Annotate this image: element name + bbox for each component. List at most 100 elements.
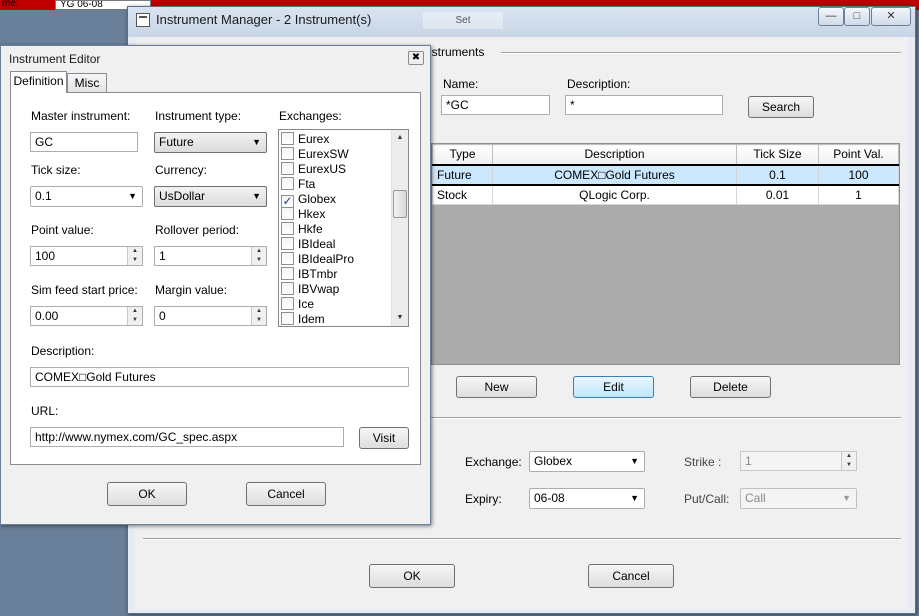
column-header-description[interactable]: Description <box>492 144 737 165</box>
sim-price-value: 0.00 <box>35 309 59 323</box>
new-button[interactable]: New <box>456 376 537 398</box>
column-header-point-val[interactable]: Point Val. <box>818 144 899 165</box>
minimize-button[interactable]: — <box>818 7 844 26</box>
margin-spinner[interactable]: 0 ▲ ▼ <box>154 306 267 326</box>
checkbox-icon[interactable] <box>281 147 294 160</box>
background-tab: Set <box>423 12 503 29</box>
table-row[interactable]: Future COMEX□Gold Futures 0.1 100 <box>432 163 899 186</box>
checkbox-icon[interactable] <box>281 297 294 310</box>
exchange-item[interactable]: IBTmbr <box>281 267 337 282</box>
exchange-item-label: Idem <box>298 312 325 326</box>
close-icon[interactable]: ✖ <box>408 51 424 65</box>
checkbox-icon[interactable] <box>281 237 294 250</box>
exchanges-listbox[interactable]: Eurex EurexSW EurexUS Fta ✓ Globex Hkex Hkfe IBI… <box>278 129 409 327</box>
strike-value: 1 <box>745 454 752 468</box>
exchange-item-label: Globex <box>298 192 337 206</box>
margin-label: Margin value: <box>155 283 228 297</box>
tick-size-select[interactable]: 0.1 ▼ <box>30 186 143 207</box>
exchange-item[interactable]: Ice <box>281 297 314 312</box>
expiry-select-value: 06-08 <box>534 491 565 505</box>
currency-select[interactable]: UsDollar ▼ <box>154 186 267 207</box>
exchange-item[interactable]: IBVwap <box>281 282 339 297</box>
checkbox-icon[interactable] <box>281 312 294 325</box>
rollover-spinner[interactable]: 1 ▲ ▼ <box>154 246 267 266</box>
maximize-button[interactable]: □ <box>844 7 870 26</box>
scroll-up-icon[interactable]: ▲ <box>392 130 408 146</box>
description-search-input[interactable] <box>565 95 723 115</box>
exchange-item[interactable]: Hkfe <box>281 222 323 237</box>
checkbox-icon[interactable] <box>281 132 294 145</box>
checkbox-icon[interactable] <box>281 177 294 190</box>
point-updown[interactable]: ▲ ▼ <box>127 247 142 265</box>
close-button[interactable]: ✕ <box>871 7 911 26</box>
exchange-item[interactable]: IBIdealPro <box>281 252 354 267</box>
exchange-item-label: IBTmbr <box>298 267 338 281</box>
editor-title: Instrument Editor <box>9 52 101 66</box>
window-title: Instrument Manager - 2 Instrument(s) <box>156 12 372 27</box>
margin-updown[interactable]: ▲ ▼ <box>251 307 266 325</box>
edit-button[interactable]: Edit <box>573 376 654 398</box>
rollover-updown[interactable]: ▲ ▼ <box>251 247 266 265</box>
url-input[interactable] <box>30 427 344 447</box>
expiry-label: Expiry: <box>465 492 502 506</box>
table-row[interactable]: Stock QLogic Corp. 0.01 1 <box>432 184 899 205</box>
search-button[interactable]: Search <box>748 96 814 118</box>
description-input[interactable] <box>30 367 409 387</box>
instrument-type-select[interactable]: Future ▼ <box>154 132 267 153</box>
chevron-down-icon: ▼ <box>842 493 851 503</box>
tick-size-value: 0.1 <box>35 189 52 203</box>
delete-button[interactable]: Delete <box>690 376 771 398</box>
exchanges-scrollbar[interactable]: ▲ ▼ <box>391 130 408 326</box>
section-divider <box>501 52 901 54</box>
checkbox-icon[interactable] <box>281 252 294 265</box>
exchange-item[interactable]: IBIdeal <box>281 237 335 252</box>
exchange-item[interactable]: Hkex <box>281 207 325 222</box>
app-icon <box>136 13 150 27</box>
tab-definition[interactable]: Definition <box>10 71 67 93</box>
visit-button[interactable]: Visit <box>359 427 409 449</box>
master-instrument-input[interactable] <box>30 132 138 152</box>
exchange-item[interactable]: EurexSW <box>281 147 349 162</box>
checkbox-icon[interactable] <box>281 222 294 235</box>
cell-point-val: 100 <box>818 163 899 186</box>
ok-button[interactable]: OK <box>369 564 455 588</box>
cell-description: QLogic Corp. <box>492 184 737 205</box>
exchange-item[interactable]: Fta <box>281 177 315 192</box>
strike-spinner: 1 ▲ ▼ <box>740 451 857 471</box>
checkbox-icon[interactable] <box>281 282 294 295</box>
putcall-select-value: Call <box>745 491 766 505</box>
cell-point-val: 1 <box>818 184 899 205</box>
rollover-value: 1 <box>159 249 166 263</box>
exchange-item-label: EurexUS <box>298 162 347 176</box>
name-search-input[interactable] <box>441 95 550 115</box>
cancel-button[interactable]: Cancel <box>588 564 674 588</box>
instrument-type-value: Future <box>159 135 194 149</box>
instrument-grid[interactable]: Type Description Tick Size Point Val. Fu… <box>431 143 900 365</box>
editor-ok-button[interactable]: OK <box>107 482 187 506</box>
column-header-tick-size[interactable]: Tick Size <box>736 144 819 165</box>
point-value: 100 <box>35 249 56 263</box>
editor-cancel-button[interactable]: Cancel <box>246 482 326 506</box>
tick-label: Tick size: <box>31 163 81 177</box>
sim-price-spinner[interactable]: 0.00 ▲ ▼ <box>30 306 143 326</box>
instrument-editor-dialog: Instrument Editor ✖ Definition Misc Mast… <box>0 45 431 525</box>
tab-misc[interactable]: Misc <box>67 73 107 93</box>
scroll-down-icon[interactable]: ▼ <box>392 310 408 326</box>
exchange-item[interactable]: EurexUS <box>281 162 346 177</box>
sim-updown[interactable]: ▲ ▼ <box>127 307 142 325</box>
chevron-down-icon: ▼ <box>630 456 639 466</box>
point-label: Point value: <box>31 223 94 237</box>
exchange-item[interactable]: Idem <box>281 312 325 326</box>
checkbox-icon[interactable] <box>281 267 294 280</box>
checkbox-icon[interactable] <box>281 207 294 220</box>
point-value-spinner[interactable]: 100 ▲ ▼ <box>30 246 143 266</box>
exchange-select[interactable]: Globex ▼ <box>529 451 645 472</box>
cell-tick-size: 0.01 <box>736 184 819 205</box>
exchange-item[interactable]: ✓ Globex <box>281 192 337 208</box>
expiry-select[interactable]: 06-08 ▼ <box>529 488 645 509</box>
scroll-thumb[interactable] <box>393 190 407 218</box>
checkbox-icon[interactable] <box>281 162 294 175</box>
exchange-item[interactable]: Eurex <box>281 132 329 147</box>
column-header-type[interactable]: Type <box>432 144 493 165</box>
master-label: Master instrument: <box>31 109 131 123</box>
